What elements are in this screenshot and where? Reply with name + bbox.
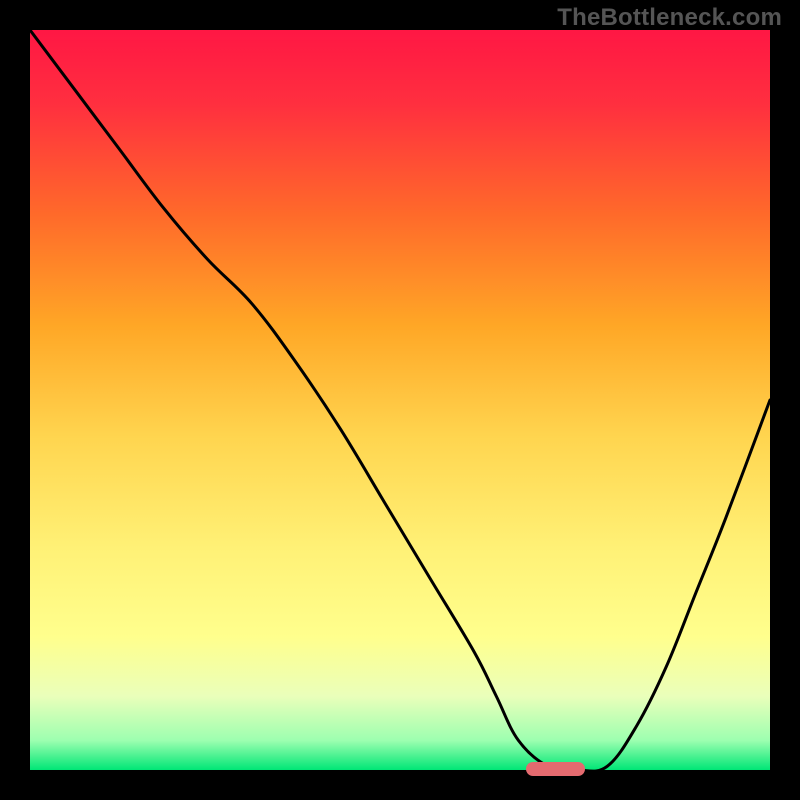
chart-background	[30, 30, 770, 770]
watermark-text: TheBottleneck.com	[557, 4, 782, 32]
stage: TheBottleneck.com	[0, 0, 800, 800]
chart-svg	[30, 30, 770, 770]
plot-area	[30, 30, 770, 770]
optimal-marker	[526, 762, 585, 776]
